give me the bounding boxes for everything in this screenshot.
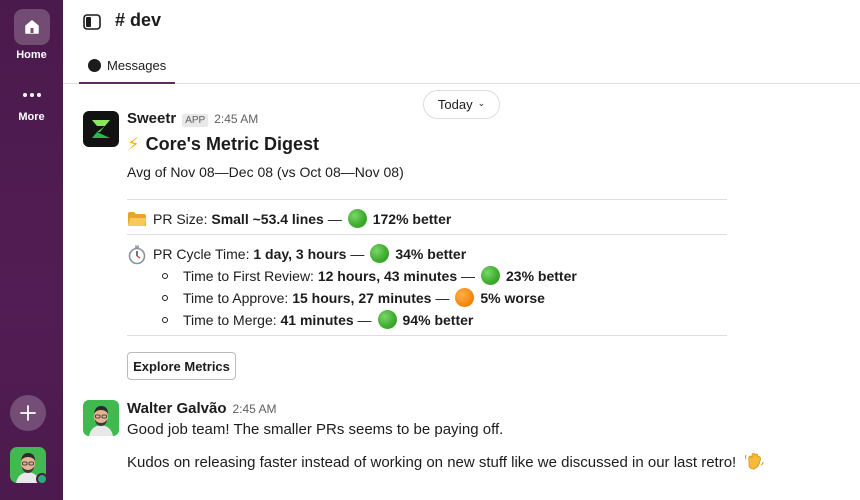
sub-metric-row: Time to First Review: 12 hours, 43 minut… (183, 266, 577, 285)
walter-message-header: Walter Galvão 2:45 AM (127, 400, 277, 417)
sub-metric-dash: — (357, 311, 372, 328)
message-text: Good job team! The smaller PRs seems to … (127, 421, 504, 438)
channel-header: # dev Messages (63, 0, 860, 84)
message-timestamp[interactable]: 2:45 AM (214, 112, 258, 126)
list-bullet (162, 273, 168, 279)
digest-subtitle: Avg of Nov 08—Dec 08 (vs Oct 08—Nov 08) (127, 164, 404, 180)
divider (127, 199, 727, 200)
cycle-time-change: 34% better (395, 245, 467, 262)
pr-size-label: PR Size: (153, 210, 208, 227)
green-circle-icon (377, 310, 397, 329)
message-bubble-icon (88, 59, 101, 72)
date-divider-button[interactable]: Today ⌄ (423, 90, 500, 119)
sub-metric-change: 94% better (402, 311, 474, 328)
sub-metric-label: Time to First Review: (183, 267, 314, 284)
tab-messages-label: Messages (107, 58, 167, 73)
sub-metric-row: Time to Approve: 15 hours, 27 minutes — … (183, 288, 545, 307)
stopwatch-icon (127, 245, 147, 264)
sweetr-message-header: Sweetr APP 2:45 AM (127, 110, 258, 127)
message-timestamp[interactable]: 2:45 AM (232, 402, 276, 416)
green-circle-icon (347, 209, 367, 228)
plus-icon (20, 405, 36, 421)
list-bullet (162, 295, 168, 301)
more-dots-icon (14, 84, 50, 106)
sub-metric-value: 12 hours, 43 minutes (317, 267, 458, 284)
green-circle-icon (481, 266, 501, 285)
sub-metric-row: Time to Merge: 41 minutes — 94% better (183, 310, 473, 329)
home-icon (13, 9, 50, 45)
nav-home-button[interactable]: Home (0, 9, 63, 61)
waving-hand-icon (744, 451, 764, 471)
folder-icon (127, 210, 147, 228)
sub-metric-label: Time to Approve: (183, 289, 289, 306)
digest-title: ⚡ Core's Metric Digest (127, 134, 319, 155)
chevron-down-icon: ⌄ (477, 97, 486, 108)
add-workspace-button[interactable] (10, 395, 46, 431)
pr-size-change: 172% better (372, 210, 452, 227)
cycle-time-label: PR Cycle Time: (153, 245, 250, 262)
list-bullet (162, 317, 168, 323)
cycle-time-dash: — (350, 245, 365, 262)
sub-metric-dash: — (461, 267, 476, 284)
digest-title-text: Core's Metric Digest (145, 134, 319, 154)
explore-metrics-button[interactable]: Explore Metrics (127, 352, 236, 380)
workspace-sidebar: Home More (0, 0, 63, 500)
sidebar-toggle-icon[interactable] (83, 14, 101, 30)
sub-metric-dash: — (435, 289, 450, 306)
lightning-icon: ⚡ (127, 134, 140, 154)
message-text-line2: Kudos on releasing faster instead of wor… (127, 451, 764, 471)
pr-size-row: PR Size: Small ~53.4 lines — 172% better (127, 209, 451, 228)
nav-more-button[interactable]: More (0, 84, 63, 123)
sender-name[interactable]: Walter Galvão (127, 400, 226, 417)
nav-home-label: Home (16, 49, 47, 61)
tab-messages[interactable]: Messages (79, 50, 176, 84)
date-divider-label: Today (437, 97, 473, 112)
app-badge: APP (182, 114, 209, 127)
sweetr-avatar[interactable] (83, 111, 119, 147)
sub-metric-change: 5% worse (480, 289, 545, 306)
divider (127, 335, 727, 336)
divider (127, 234, 727, 235)
sub-metric-value: 41 minutes (280, 311, 354, 328)
sub-metric-value: 15 hours, 27 minutes (292, 289, 432, 306)
pr-size-dash: — (327, 210, 342, 227)
pr-size-value: Small ~53.4 lines (211, 210, 324, 227)
walter-avatar[interactable] (83, 400, 119, 436)
cycle-time-value: 1 day, 3 hours (253, 245, 347, 262)
sub-metric-change: 23% better (506, 267, 577, 284)
green-circle-icon (370, 244, 390, 263)
channel-title[interactable]: # dev (115, 10, 161, 31)
sub-metric-label: Time to Merge: (183, 311, 277, 328)
presence-indicator (36, 473, 48, 485)
message-text: Kudos on releasing faster instead of wor… (127, 454, 737, 471)
cycle-time-row: PR Cycle Time: 1 day, 3 hours — 34% bett… (127, 244, 467, 264)
orange-circle-icon (455, 288, 475, 307)
nav-more-label: More (18, 111, 45, 123)
sender-name[interactable]: Sweetr (127, 110, 176, 127)
